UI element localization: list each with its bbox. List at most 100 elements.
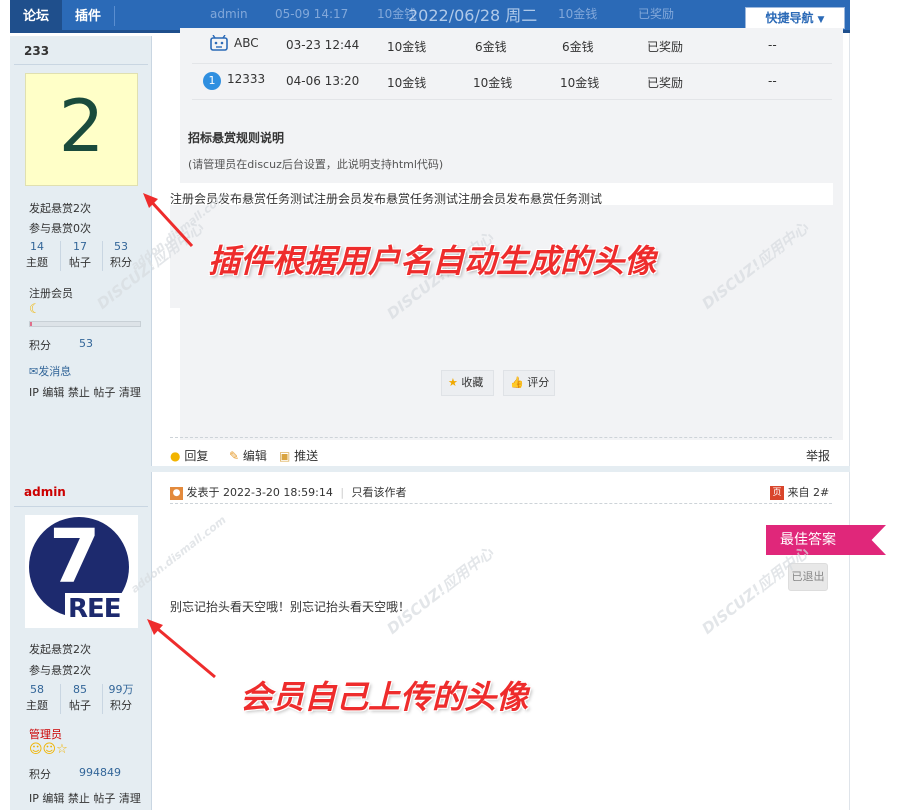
joined-count: 参与悬赏0次 [29,222,91,235]
floor-number[interactable]: 2# [813,486,829,499]
admin-ops[interactable]: IP 编辑 禁止 帖子 清理 [29,384,141,400]
stat-posts[interactable]: 17 帖子 [63,239,97,271]
report-link[interactable]: 举报 [806,447,830,464]
star-icon: ★ [448,376,458,389]
row-status: 已奖励 [647,40,684,54]
annotation-uploaded-avatar: 会员自己上传的头像 [240,678,529,716]
user-badge-icon: 1 [203,72,221,90]
pencil-icon: ✎ [229,449,240,463]
row-extra: -- [768,74,777,88]
bg-row-time: 05-09 14:17 [275,7,349,21]
post-meta: ● 发表于 2022-3-20 18:59:14 | 只看该作者 [170,484,407,500]
mobile-icon: 页 [770,486,784,500]
points-row: 积分 53 [29,337,93,352]
bg-row-c3: 10金钱 [558,7,598,21]
initiated-count: 发起悬赏2次 [29,202,91,215]
row-c1: 10金钱 [387,76,427,90]
stat-points[interactable]: 99万 积分 [104,682,138,714]
favorite-button[interactable]: ★ 收藏 [441,370,494,396]
tab-plugin[interactable]: 插件 [62,0,114,33]
table-row: 1 12333 04-06 13:20 10金钱 10金钱 10金钱 已奖励 -… [192,64,832,100]
progress-bar [29,321,141,327]
user-stats: 58 主题 85 帖子 99万 积分 [20,682,140,718]
row-time: 04-06 13:20 [286,74,360,88]
author-sidebar-1: 233 2 发起悬赏2次 参与悬赏0次 14 主题 17 帖子 53 积分 注册会员 … [10,36,152,466]
post-content: 注册会员发布悬赏任务测试注册会员发布悬赏任务测试注册会员发布悬赏任务测试 [170,192,603,206]
screenshot-stage: 论坛 插件 admin 05-09 14:17 10金钱 2022/06/28 … [0,0,910,810]
annotation-generated-avatar: 插件根据用户名自动生成的头像 [208,242,657,280]
stat-sep [60,241,61,271]
row-time: 03-23 12:44 [286,38,360,52]
push-button[interactable]: ▣ 推送 [279,447,318,464]
avatar-logo-text: REE [68,594,122,624]
from-label: 来自 [787,486,810,499]
stat-sep [102,241,103,271]
moon-icon: ☾ [29,302,41,317]
divider [170,437,832,438]
tab-forum[interactable]: 论坛 [10,0,62,33]
user-stats: 14 主题 17 帖子 53 积分 [20,239,140,275]
edit-button[interactable]: ✎ 编辑 [229,447,267,464]
stat-threads[interactable]: 58 主题 [20,682,54,714]
annotation-arrow-1 [143,193,194,248]
user-group[interactable]: 管理员 [29,726,62,742]
row-c1: 10金钱 [387,40,427,54]
best-answer-ribbon: 最佳答案 [766,525,886,555]
avatar[interactable]: 2 [25,73,138,186]
rules-note: (请管理员在discuz后台设置，此说明支持html代码) [188,158,444,171]
divider [14,506,148,507]
stat-sep [102,684,103,714]
progress-fill [30,322,33,326]
author-sidebar-2: admin 7 REE 发起悬赏2次 参与悬赏2次 58 主题 85 帖子 99万积… [10,472,152,810]
quick-nav-button[interactable]: 快捷导航 ▼ [745,7,845,29]
joined-count: 参与悬赏2次 [29,664,91,677]
send-message-link[interactable]: ✉发消息 [29,363,71,379]
initiated-count: 发起悬赏2次 [29,643,91,656]
avatar-logo-digit: 7 [49,514,101,600]
stat-points[interactable]: 53 积分 [104,239,138,271]
annotation-arrow-2 [147,619,216,679]
bg-admin-text: admin [210,7,248,21]
bg-row-status: 已奖励 [638,7,675,21]
stat-sep [60,684,61,714]
avatar-letter: 2 [58,84,105,168]
envelope-icon: ✉ [29,365,39,378]
tab-divider [114,6,115,26]
admin-ops[interactable]: IP 编辑 禁止 帖子 清理 [29,790,141,806]
date-banner: 2022/06/28 周二 [408,6,538,25]
logout-status: 已退出 [788,563,828,591]
row-status: 已奖励 [647,76,684,90]
row-c2: 10金钱 [473,76,513,90]
post-content: 别忘记抬头看天空哦！别忘记抬头看天空哦！ [170,600,411,614]
rules-title: 招标悬赏规则说明 [188,131,285,145]
rank-icons: ☺☺☆ [29,742,68,757]
row-c3: 6金钱 [562,40,594,54]
robot-icon [210,34,228,54]
row-user[interactable]: 12333 [227,72,265,86]
only-author-link[interactable]: 只看该作者 [352,486,407,499]
divider [170,503,832,504]
post-floor: 页 来自 2# [770,484,829,500]
push-icon: ▣ [279,449,291,463]
author-name[interactable]: admin [24,485,66,499]
separator: | [340,486,345,499]
divider [14,64,148,65]
rate-button[interactable]: 👍 评分 [503,370,555,396]
speech-bubble-icon: ● [170,449,181,463]
reply-button[interactable]: ● 回复 [170,447,208,464]
stat-posts[interactable]: 85 帖子 [63,682,97,714]
user-group[interactable]: 注册会员 [29,285,73,301]
quick-nav-label: 快捷导航 [765,11,814,25]
user-icon: ● [170,486,183,500]
author-name[interactable]: 233 [24,44,49,58]
row-c2: 6金钱 [475,40,507,54]
avatar[interactable]: 7 REE [25,515,138,628]
row-user[interactable]: ABC [234,36,259,50]
row-c3: 10金钱 [560,76,600,90]
row-extra: -- [768,38,777,52]
thumbs-up-icon: 👍 [510,376,524,389]
points-row: 积分 994849 [29,766,121,781]
table-row: ABC 03-23 12:44 10金钱 6金钱 6金钱 已奖励 -- [192,28,832,64]
stat-threads[interactable]: 14 主题 [20,239,54,271]
chevron-down-icon: ▼ [817,15,825,25]
